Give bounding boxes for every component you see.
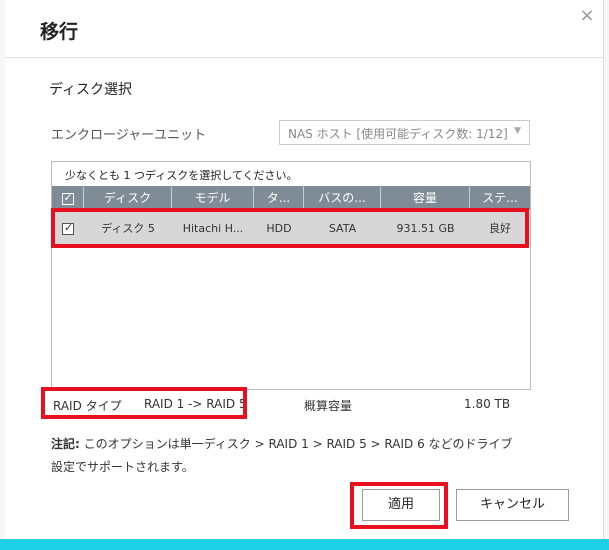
row-highlight-box: [51, 208, 529, 248]
header-capacity[interactable]: 容量: [381, 186, 470, 210]
capacity-value: 1.80 TB: [464, 397, 511, 411]
note-prefix: 注記:: [51, 437, 80, 451]
header-select-all-checkbox[interactable]: ✓: [52, 186, 84, 210]
section-title: ディスク選択: [49, 82, 133, 98]
header-disk[interactable]: ディスク: [84, 186, 172, 210]
header-status[interactable]: ステ...: [470, 186, 530, 210]
apply-highlight-box: [350, 482, 448, 529]
note-text: 注記: このオプションは単一ディスク > RAID 1 > RAID 5 > R…: [51, 433, 521, 479]
header-type[interactable]: タ...: [254, 186, 304, 210]
accent-bar: [0, 539, 609, 550]
header-bus[interactable]: バスの...: [304, 186, 381, 210]
close-icon[interactable]: ×: [579, 7, 595, 25]
note-body: このオプションは単一ディスク > RAID 1 > RAID 5 > RAID …: [51, 437, 513, 474]
enclosure-selected-value: NAS ホスト [使用可能ディスク数: 1/12]: [288, 127, 508, 141]
checkmark-icon: ✓: [63, 190, 73, 204]
migration-dialog: 移行 × ディスク選択 エンクロージャーユニット NAS ホスト [使用可能ディ…: [5, 0, 603, 550]
capacity-label: 概算容量: [304, 399, 353, 413]
raid-highlight-box: [41, 387, 247, 419]
disk-table: 少なくとも 1 つディスクを選択してください。 ✓ ディスク モデル タ... …: [51, 161, 531, 390]
enclosure-label: エンクロージャーユニット: [51, 128, 207, 143]
table-caption: 少なくとも 1 つディスクを選択してください。: [65, 169, 298, 182]
chevron-down-icon: ▼: [514, 126, 521, 136]
background-right-panel: [603, 0, 609, 550]
header-model[interactable]: モデル: [172, 186, 254, 210]
dialog-title-bar: 移行 ×: [5, 0, 603, 58]
enclosure-select[interactable]: NAS ホスト [使用可能ディスク数: 1/12] ▼: [279, 120, 530, 145]
dialog-title: 移行: [40, 21, 79, 43]
cancel-button[interactable]: キャンセル: [456, 489, 569, 521]
table-header: ✓ ディスク モデル タ... バスの... 容量 ステ...: [52, 186, 530, 210]
